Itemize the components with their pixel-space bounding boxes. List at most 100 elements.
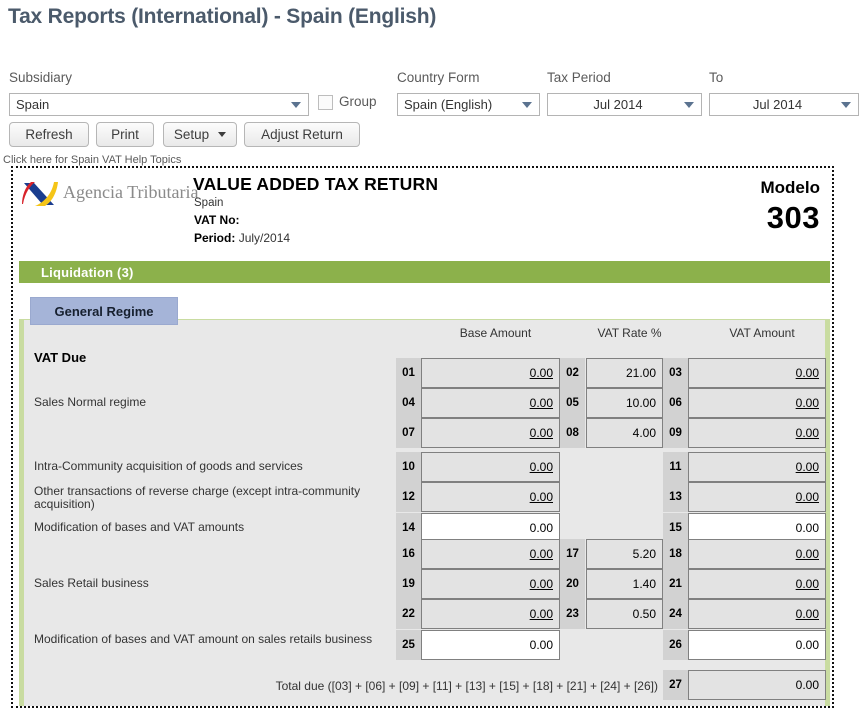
adjust-return-button[interactable]: Adjust Return [244,122,360,147]
tax-period-value: Jul 2014 [593,97,643,112]
box-number-27: 27 [663,670,688,700]
modelo-label: Modelo [760,178,821,197]
box-number-07: 07 [396,418,421,448]
vat-amount-21[interactable]: 0.00 [688,569,826,599]
amount-link[interactable]: 0.00 [796,460,819,474]
country-form-label: Country Form [397,70,480,85]
base-amount-16[interactable]: 0.00 [421,539,560,569]
amount-link[interactable]: 0.00 [796,547,819,561]
report-country: Spain [194,197,224,209]
chevron-down-icon [682,94,695,115]
amount-link[interactable]: 0.00 [796,396,819,410]
chevron-down-icon [839,94,852,115]
vat-help-topics-link[interactable]: Click here for Spain VAT Help Topics [3,154,181,166]
tab-general-regime[interactable]: General Regime [30,297,178,325]
base-amount-01[interactable]: 0.00 [421,358,560,388]
amount-link[interactable]: 0.00 [530,490,553,504]
amount-link[interactable]: 0.00 [530,460,553,474]
agencia-logo-icon [22,182,58,206]
print-button-label: Print [111,127,139,142]
box-number-05: 05 [560,388,585,418]
vat-rate-05: 10.00 [586,388,663,418]
print-button[interactable]: Print [96,122,154,147]
row-label: Modification of bases and VAT amounts [34,520,245,534]
amount-link[interactable]: 0.00 [796,577,819,591]
group-checkbox[interactable] [318,95,333,110]
report-period-value: July/2014 [238,231,291,245]
country-form-select[interactable]: Spain (English) [397,93,540,116]
vat-amount-24[interactable]: 0.00 [688,599,826,629]
country-form-value: Spain (English) [404,97,493,112]
base-amount-25[interactable]: 0.00 [421,630,560,660]
vat-amount-11[interactable]: 0.00 [688,452,826,482]
amount-link[interactable]: 0.00 [796,366,819,380]
box-number-12: 12 [396,482,421,512]
report-vat-no: VAT No: [194,213,240,227]
vat-amount-09[interactable]: 0.00 [688,418,826,448]
liquidation-section-label: Liquidation (3) [41,264,134,280]
subsidiary-select[interactable]: Spain [9,93,309,116]
group-label: Group [339,94,377,109]
amount-link[interactable]: 0.00 [530,577,553,591]
vat-rate-23: 0.50 [586,599,663,629]
vat-rate-20: 1.40 [586,569,663,599]
box-number-24: 24 [663,599,688,629]
box-number-13: 13 [663,482,688,512]
tax-period-select[interactable]: Jul 2014 [547,93,702,116]
amount-link[interactable]: 0.00 [530,366,553,380]
subsidiary-value: Spain [16,97,50,112]
amount-link[interactable]: 0.00 [796,607,819,621]
total-due-label: Total due ([03] + [06] + [09] + [11] + [… [275,679,658,693]
vat-amount-18[interactable]: 0.00 [688,539,826,569]
report-period-label: Period: [194,231,236,245]
modelo-number: 303 [766,200,820,235]
row-label: Other transactions of reverse charge (ex… [34,484,361,511]
agencia-logo-text: Agencia Tributaria [63,182,199,202]
vat-report-panel: Agencia Tributaria VALUE ADDED TAX RETUR… [11,166,834,708]
setup-button-label: Setup [173,127,210,142]
base-amount-12[interactable]: 0.00 [421,482,560,512]
amount-link[interactable]: 0.00 [530,547,553,561]
base-amount-22[interactable]: 0.00 [421,599,560,629]
vat-rate-02: 21.00 [586,358,663,388]
vat-rate-17: 5.20 [586,539,663,569]
vat-amount-26[interactable]: 0.00 [688,630,826,660]
to-select[interactable]: Jul 2014 [709,93,859,116]
box-number-21: 21 [663,569,688,599]
row-label: Sales Normal regime [34,395,147,409]
vat-rate-08: 4.00 [586,418,663,448]
box-number-20: 20 [560,569,585,599]
report-period: Period: July/2014 [194,231,290,245]
box-number-19: 19 [396,569,421,599]
amount-link[interactable]: 0.00 [530,426,553,440]
amount-link[interactable]: 0.00 [530,607,553,621]
vat-amount-03[interactable]: 0.00 [688,358,826,388]
to-label: To [709,70,724,85]
chevron-down-icon [520,94,533,115]
liquidation-section-header: Liquidation (3) [19,261,830,283]
vat-amount-13[interactable]: 0.00 [688,482,826,512]
box-number-25: 25 [396,630,421,660]
base-amount-04[interactable]: 0.00 [421,388,560,418]
tax-period-label: Tax Period [547,70,611,85]
row-label: Sales Retail business [34,576,149,590]
setup-button[interactable]: Setup [163,122,237,147]
vat-due-heading: VAT Due [34,350,87,365]
base-amount-10[interactable]: 0.00 [421,452,560,482]
base-amount-19[interactable]: 0.00 [421,569,560,599]
amount-link[interactable]: 0.00 [796,490,819,504]
vat-amount-06[interactable]: 0.00 [688,388,826,418]
total-due-amount: 0.00 [688,670,826,700]
box-number-11: 11 [663,452,688,482]
box-number-26: 26 [663,630,688,660]
amount-link[interactable]: 0.00 [530,396,553,410]
agencia-tributaria-logo: Agencia Tributaria [21,178,198,210]
tab-general-regime-label: General Regime [54,303,154,319]
box-number-22: 22 [396,599,421,629]
base-amount-07[interactable]: 0.00 [421,418,560,448]
general-regime-content: VAT Due Base Amount VAT Rate % VAT Amoun… [19,319,830,706]
amount-link[interactable]: 0.00 [796,426,819,440]
to-value: Jul 2014 [752,97,803,112]
refresh-button[interactable]: Refresh [9,122,89,147]
box-number-08: 08 [560,418,585,448]
